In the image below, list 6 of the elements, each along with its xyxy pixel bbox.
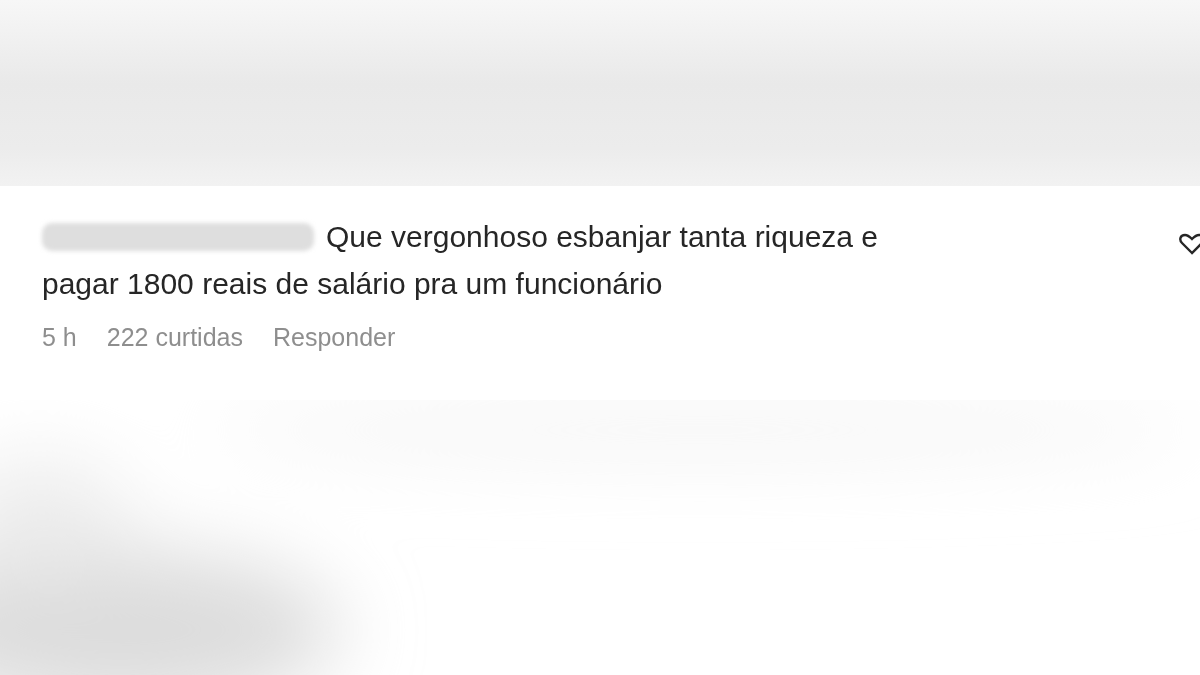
heart-icon[interactable] bbox=[1178, 232, 1200, 256]
comment-text: Que vergonhoso esbanjar tanta riqueza e bbox=[326, 219, 879, 255]
reply-link[interactable]: Responder bbox=[272, 323, 396, 352]
like-count[interactable]: 222 curtidas bbox=[106, 323, 243, 352]
comment-time: 5 h bbox=[42, 323, 77, 352]
comment-text: pagar 1800 reais de salário pra um funcionário bbox=[42, 266, 663, 302]
